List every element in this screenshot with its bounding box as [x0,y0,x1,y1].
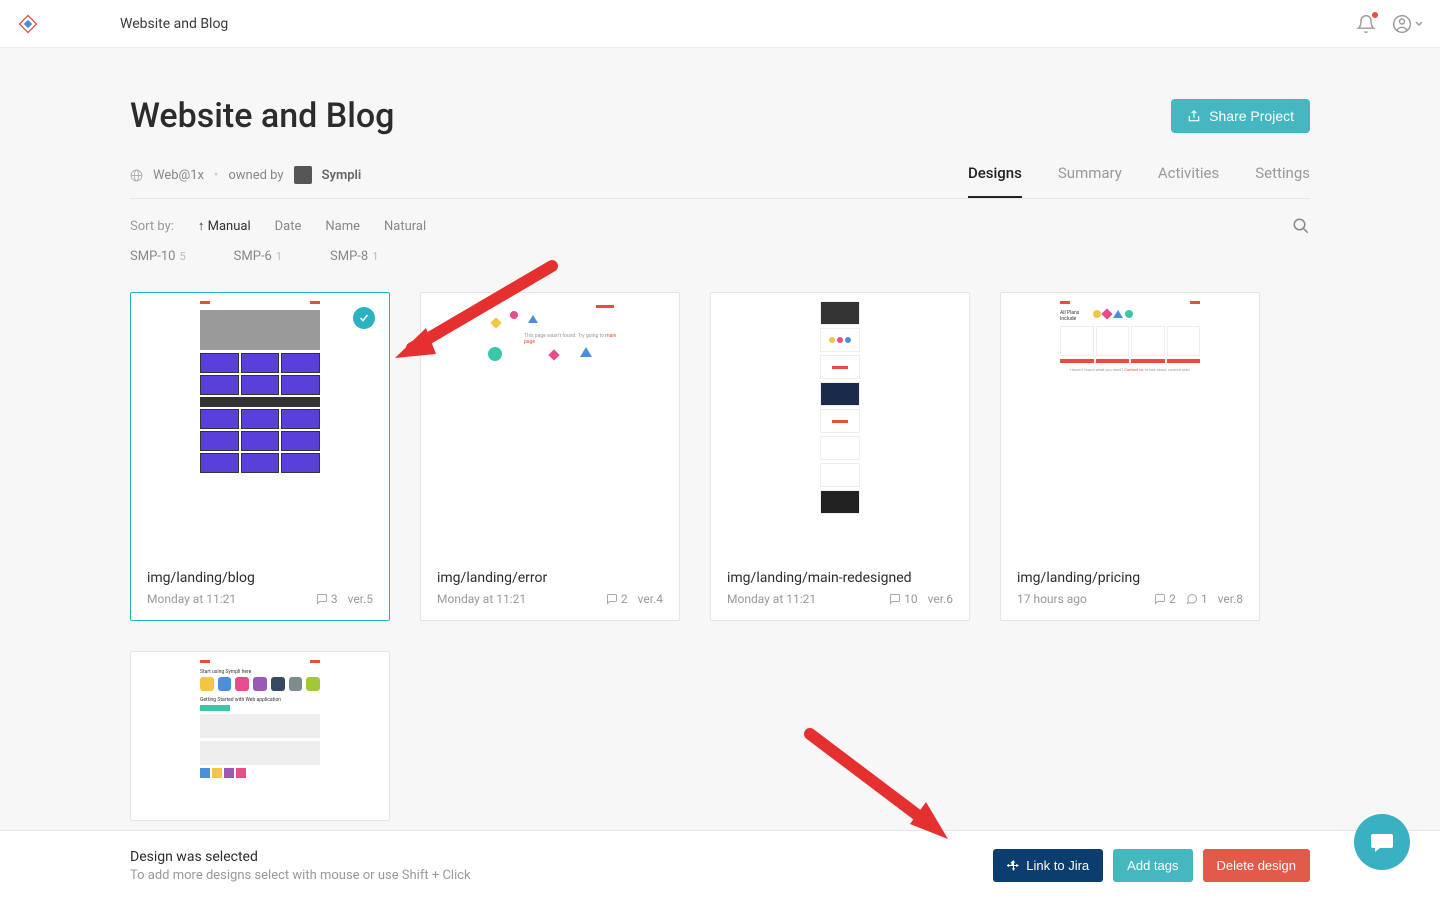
design-card[interactable]: Start using Sympli here Getting Started … [130,651,390,821]
main-content: Website and Blog Share Project Web@1x • … [0,48,1440,900]
notification-dot [1372,12,1378,18]
owned-by-label: owned by [228,168,283,183]
tab-summary[interactable]: Summary [1058,164,1122,198]
sort-name[interactable]: Name [325,219,360,234]
check-icon [358,312,370,324]
app-logo[interactable] [16,12,40,36]
tag-smp-6[interactable]: SMP-61 [234,249,282,264]
share-label: Share Project [1209,108,1294,124]
selection-bar: Design was selected To add more designs … [0,830,1440,900]
design-thumbnail [711,293,969,558]
selection-title: Design was selected [130,849,471,865]
selection-subtitle: To add more designs select with mouse or… [130,868,471,883]
design-title: img/landing/pricing [1017,570,1243,586]
platform-label: Web@1x [153,168,204,183]
comment-icon [1154,593,1166,605]
chat-icon [1368,828,1396,856]
chat-widget[interactable] [1354,814,1410,870]
globe-icon [130,169,143,182]
tab-activities[interactable]: Activities [1158,164,1219,198]
share-icon [1187,109,1201,123]
design-card[interactable]: All Plans Include Haven't found what you… [1000,292,1260,621]
design-version: ver.6 [928,592,953,606]
design-card[interactable]: img/landing/main-redesigned Monday at 11… [710,292,970,621]
tab-settings[interactable]: Settings [1255,164,1310,198]
search-button[interactable] [1292,217,1310,235]
comment-icon [606,593,618,605]
share-project-button[interactable]: Share Project [1171,99,1310,133]
jira-icon [1007,859,1020,872]
selected-badge [353,307,375,329]
design-time: Monday at 11:21 [437,592,526,606]
design-version: ver.8 [1218,592,1243,606]
comment-count: 10 [889,592,918,606]
tag-smp-10[interactable]: SMP-105 [130,249,186,264]
chevron-down-icon [1414,19,1424,29]
design-time: Monday at 11:21 [727,592,816,606]
sort-natural[interactable]: Natural [384,219,426,234]
account-menu[interactable] [1392,14,1424,34]
comment-count: 3 [316,592,338,606]
sort-manual[interactable]: ↑ Manual [198,218,251,234]
breadcrumb[interactable]: Website and Blog [120,16,228,32]
owner-name[interactable]: Sympli [322,168,362,183]
notifications-button[interactable] [1356,14,1376,34]
owner-avatar [294,166,312,184]
comment-count: 2 [606,592,628,606]
tag-smp-8[interactable]: SMP-81 [330,249,378,264]
comment-icon [889,593,901,605]
chat-icon [1186,593,1198,605]
link-to-jira-button[interactable]: Link to Jira [993,849,1103,882]
design-time: Monday at 11:21 [147,592,236,606]
design-thumbnail: All Plans Include Haven't found what you… [1001,293,1259,558]
topbar: Website and Blog [0,0,1440,48]
tab-designs[interactable]: Designs [968,164,1022,198]
design-title: img/landing/blog [147,570,373,586]
design-card[interactable]: img/landing/blog Monday at 11:21 3 ver.5 [130,292,390,621]
design-thumbnail [131,293,389,558]
design-title: img/landing/main-redesigned [727,570,953,586]
search-icon [1292,217,1310,235]
design-card[interactable]: This page wasn't found. Try going to mai… [420,292,680,621]
design-thumbnail: Start using Sympli here Getting Started … [131,652,389,778]
reply-count: 1 [1186,592,1208,606]
design-thumbnail: This page wasn't found. Try going to mai… [421,293,679,558]
sort-date[interactable]: Date [275,219,302,234]
design-time: 17 hours ago [1017,592,1087,606]
design-version: ver.4 [638,592,663,606]
add-tags-button[interactable]: Add tags [1113,849,1192,882]
comment-count: 2 [1154,592,1176,606]
delete-design-button[interactable]: Delete design [1203,849,1311,882]
design-version: ver.5 [348,592,373,606]
comment-icon [316,593,328,605]
page-title: Website and Blog [130,96,394,136]
sort-by-label: Sort by: [130,219,174,234]
design-title: img/landing/error [437,570,663,586]
separator-dot: • [214,168,218,183]
